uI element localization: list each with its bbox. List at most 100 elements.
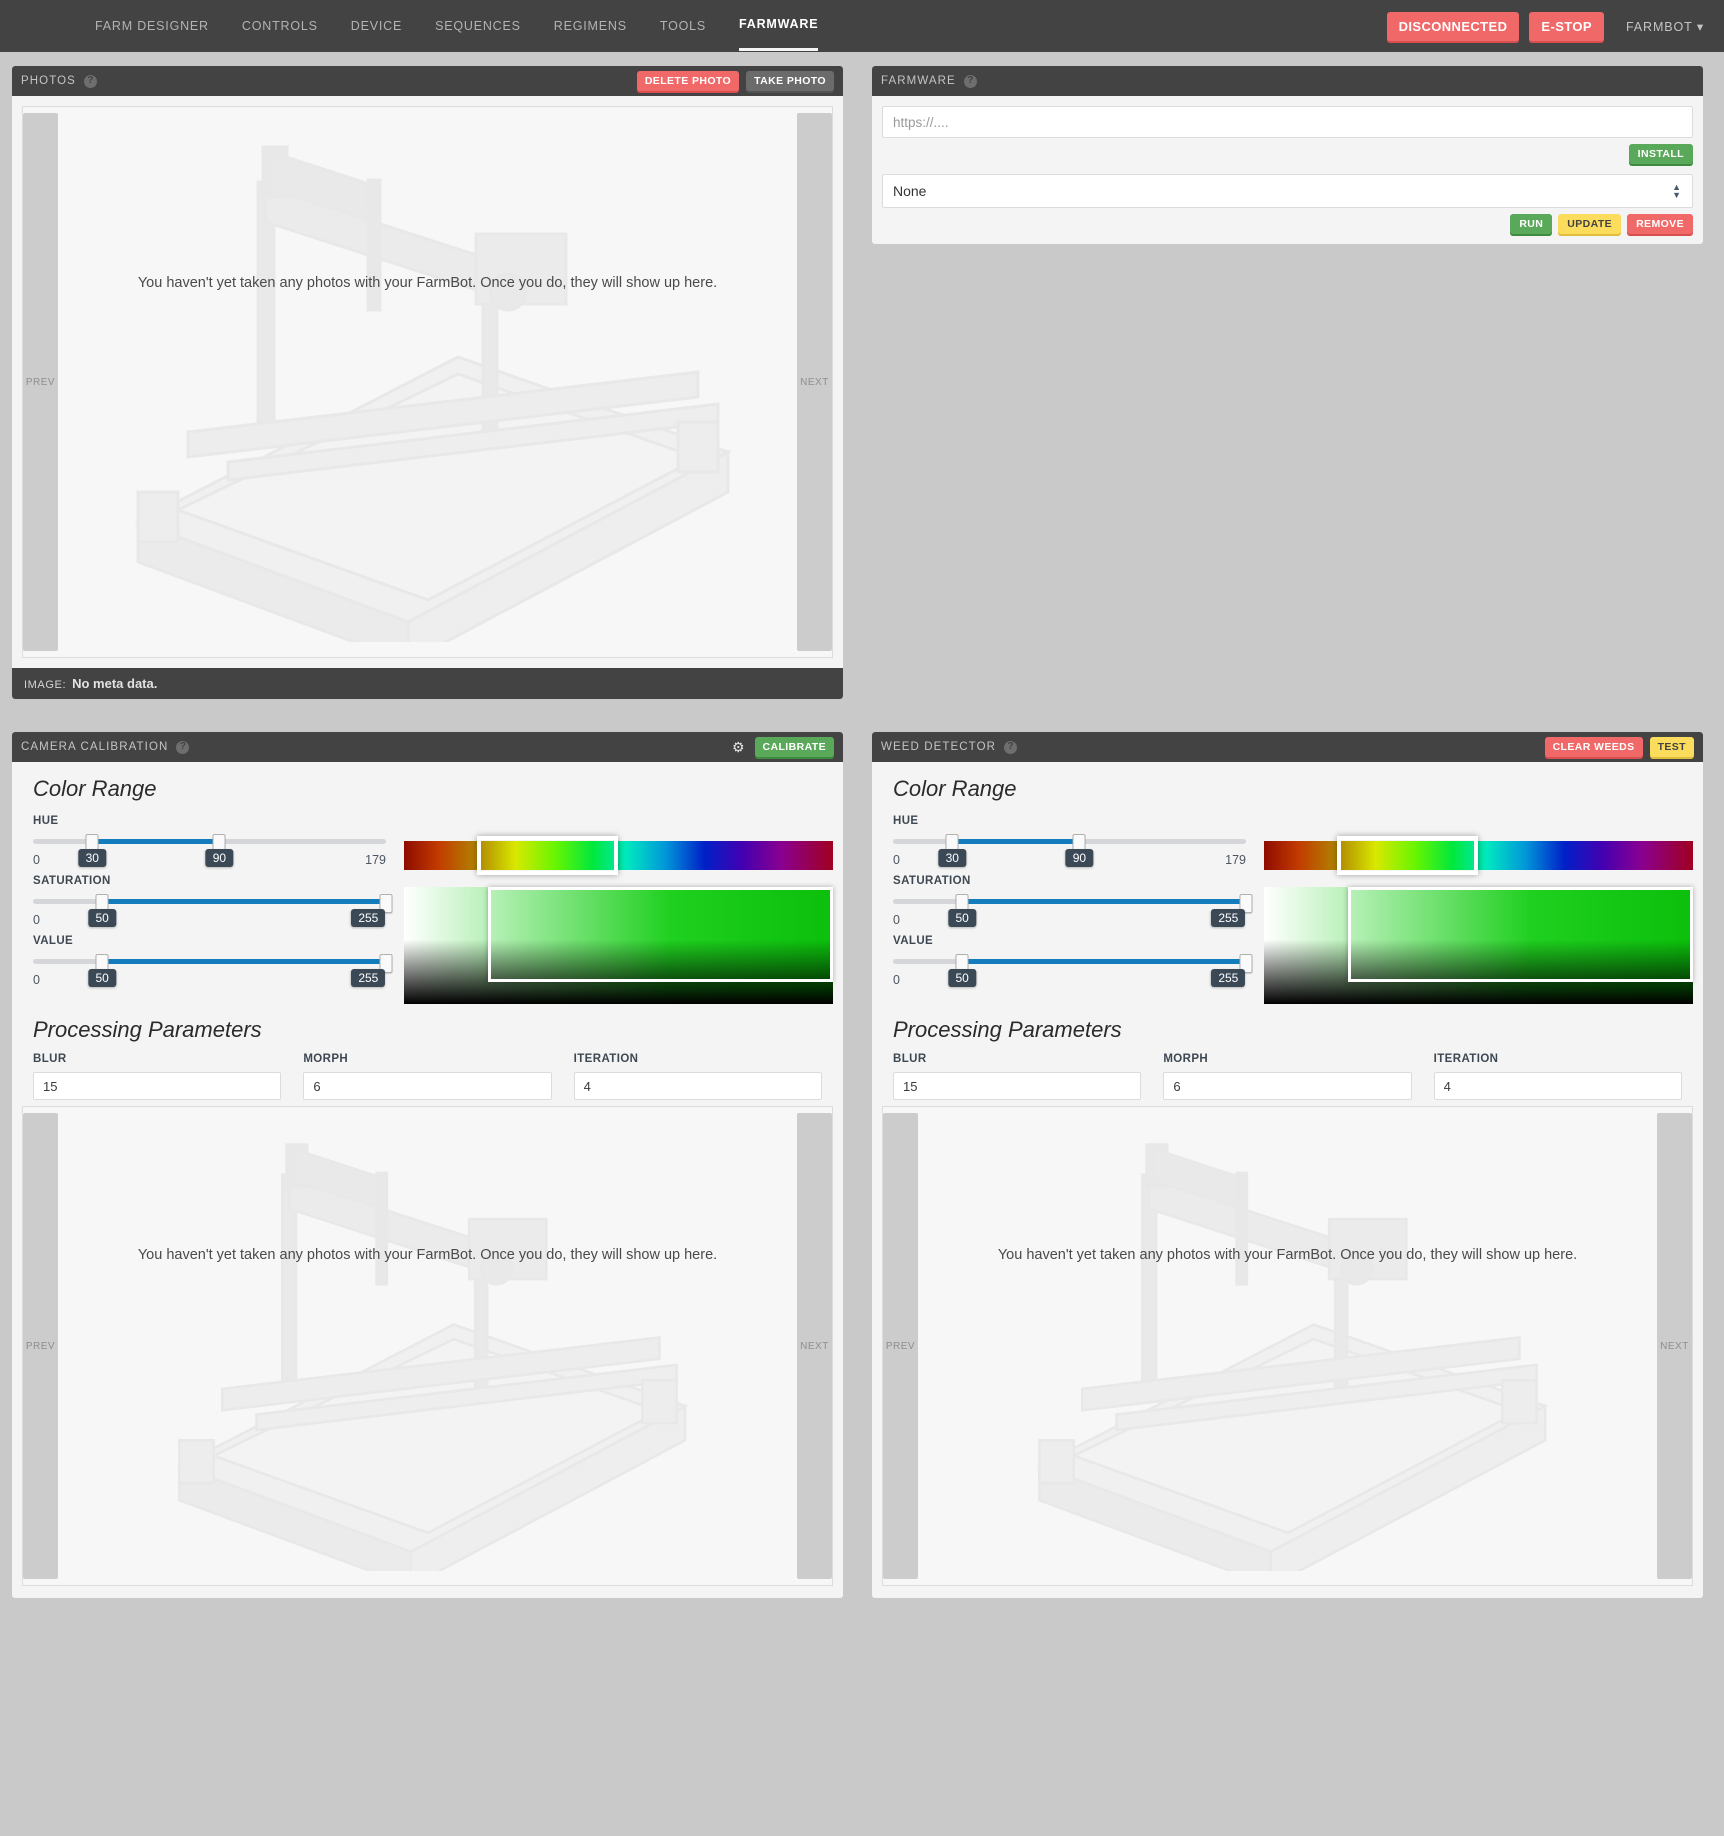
cc-photo-prev-button[interactable]: PREV bbox=[23, 1113, 58, 1579]
cc-saturation-value-box[interactable] bbox=[404, 887, 833, 1004]
farmware-select[interactable]: None ▲ ▼ bbox=[882, 174, 1693, 208]
cc-blur-field: BLUR bbox=[33, 1053, 282, 1100]
slider-fill bbox=[952, 839, 1080, 844]
cc-hue-track[interactable] bbox=[33, 834, 386, 853]
wd-iteration-input[interactable] bbox=[1433, 1072, 1682, 1100]
wd-val-label: VALUE bbox=[893, 935, 934, 947]
cc-sat-track[interactable] bbox=[33, 894, 393, 913]
wd-sliders: HUE 0 30 90 179 SATURATION 0 50 255 VALU… bbox=[882, 815, 1253, 1004]
help-icon[interactable]: ? bbox=[963, 74, 977, 88]
account-menu[interactable]: FARMBOT ▾ bbox=[1626, 19, 1704, 34]
weed-detector-widget: WEED DETECTOR ? CLEAR WEEDS TEST Color R… bbox=[872, 732, 1703, 1598]
farmware-widget: FARMWARE ? INSTALL None ▲▼ RUN UPDATE bbox=[872, 66, 1703, 244]
nav-links: FARM DESIGNER CONTROLS DEVICE SEQUENCES … bbox=[95, 1, 819, 51]
wd-saturation-value-box[interactable] bbox=[1264, 887, 1693, 1004]
farmware-actions-row: RUN UPDATE REMOVE bbox=[882, 214, 1693, 234]
run-button[interactable]: RUN bbox=[1510, 214, 1553, 234]
camera-calibration-header: CAMERA CALIBRATION ? ⚙ CALIBRATE bbox=[12, 732, 843, 762]
cc-hue-selection bbox=[476, 836, 619, 875]
nav-link-controls[interactable]: CONTROLS bbox=[242, 3, 318, 50]
wd-blur-label: BLUR bbox=[893, 1053, 927, 1065]
cc-morph-input[interactable] bbox=[303, 1072, 552, 1100]
photo-prev-label: PREV bbox=[25, 376, 56, 388]
cc-morph-label: MORPH bbox=[303, 1053, 349, 1065]
wd-blur-input[interactable] bbox=[893, 1072, 1142, 1100]
wd-val-track[interactable] bbox=[893, 954, 1253, 973]
cc-iteration-input[interactable] bbox=[573, 1072, 822, 1100]
install-row: INSTALL bbox=[882, 144, 1693, 164]
photo-prev-button[interactable]: PREV bbox=[23, 113, 58, 651]
install-button[interactable]: INSTALL bbox=[1628, 144, 1693, 164]
cc-sat-label: SATURATION bbox=[33, 875, 111, 887]
help-icon[interactable]: ? bbox=[1004, 740, 1018, 754]
cc-slider-saturation: SATURATION 0 50 255 bbox=[33, 875, 393, 935]
slider-fill bbox=[102, 899, 386, 904]
weed-detector-column: WEED DETECTOR ? CLEAR WEEDS TEST Color R… bbox=[872, 732, 1703, 1598]
delete-photo-button[interactable]: DELETE PHOTO bbox=[636, 71, 740, 91]
cc-photo-next-button[interactable]: NEXT bbox=[797, 1113, 832, 1579]
update-button[interactable]: UPDATE bbox=[1558, 214, 1622, 234]
wd-sat-high-value: 255 bbox=[1211, 909, 1246, 927]
clear-weeds-button[interactable]: CLEAR WEEDS bbox=[1544, 737, 1643, 757]
photos-widget: PHOTOS ? DELETE PHOTO TAKE PHOTO PREV Yo… bbox=[12, 66, 843, 699]
cc-hue-scale: 0 30 90 179 bbox=[33, 849, 386, 875]
farmbot-illustration bbox=[133, 145, 732, 642]
wd-sat-track[interactable] bbox=[893, 894, 1253, 913]
wd-hue-spectrum[interactable] bbox=[1264, 836, 1693, 875]
nav-link-regimens[interactable]: REGIMENS bbox=[554, 3, 627, 50]
photos-column: PHOTOS ? DELETE PHOTO TAKE PHOTO PREV Yo… bbox=[12, 66, 843, 699]
take-photo-button[interactable]: TAKE PHOTO bbox=[746, 71, 834, 91]
wd-morph-input[interactable] bbox=[1163, 1072, 1412, 1100]
cc-val-high-value: 255 bbox=[351, 969, 386, 987]
wd-slider-hue: HUE 0 30 90 179 bbox=[893, 815, 1246, 875]
wd-val-scale: 0 50 255 bbox=[893, 969, 1246, 995]
help-icon[interactable]: ? bbox=[176, 740, 190, 754]
wd-photo-prev-button[interactable]: PREV bbox=[883, 1113, 918, 1579]
wd-hue-track[interactable] bbox=[893, 834, 1246, 853]
wd-hue-label: HUE bbox=[893, 815, 919, 827]
calibrate-button[interactable]: CALIBRATE bbox=[754, 737, 834, 757]
nav-right-group: DISCONNECTED E-STOP FARMBOT ▾ bbox=[1386, 11, 1710, 41]
gear-icon[interactable]: ⚙ bbox=[732, 740, 745, 754]
wd-sat-min: 0 bbox=[893, 913, 900, 927]
nav-link-tools[interactable]: TOOLS bbox=[660, 3, 706, 50]
photos-widget-body: PREV You haven't yet taken any photos wi… bbox=[12, 96, 843, 668]
cc-hue-spectrum[interactable] bbox=[404, 836, 833, 875]
photo-display-area: You haven't yet taken any photos with yo… bbox=[58, 107, 797, 657]
photos-widget-header: PHOTOS ? DELETE PHOTO TAKE PHOTO bbox=[12, 66, 843, 96]
nav-link-sequences[interactable]: SEQUENCES bbox=[435, 3, 521, 50]
photo-next-button[interactable]: NEXT bbox=[797, 113, 832, 651]
weed-detector-header: WEED DETECTOR ? CLEAR WEEDS TEST bbox=[872, 732, 1703, 762]
wd-hue-min: 0 bbox=[893, 853, 900, 867]
test-button[interactable]: TEST bbox=[1649, 737, 1694, 757]
help-icon[interactable]: ? bbox=[83, 74, 97, 88]
connection-status-badge[interactable]: DISCONNECTED bbox=[1386, 11, 1520, 41]
nav-link-farmware[interactable]: FARMWARE bbox=[739, 1, 819, 51]
cc-placeholder-text: You haven't yet taken any photos with yo… bbox=[137, 1247, 718, 1263]
nav-link-device[interactable]: DEVICE bbox=[351, 3, 402, 50]
cc-val-label: VALUE bbox=[33, 935, 74, 947]
wd-hue-scale: 0 30 90 179 bbox=[893, 849, 1246, 875]
cc-sliders: HUE 0 30 90 179 SATURATION 0 50 255 VALU… bbox=[22, 815, 393, 1004]
cc-blur-input[interactable] bbox=[33, 1072, 282, 1100]
cc-photo-display-area: You haven't yet taken any photos with yo… bbox=[58, 1107, 797, 1585]
wd-photo-viewer: PREV You haven't yet taken any photos wi… bbox=[882, 1106, 1693, 1586]
farmware-widget-body: INSTALL None ▲▼ RUN UPDATE REMOVE bbox=[872, 96, 1703, 244]
wd-val-min: 0 bbox=[893, 973, 900, 987]
wd-sat-label: SATURATION bbox=[893, 875, 971, 887]
bottom-row: CAMERA CALIBRATION ? ⚙ CALIBRATE Color R… bbox=[12, 732, 1712, 1598]
farmbot-illustration bbox=[175, 1143, 688, 1571]
top-row: PHOTOS ? DELETE PHOTO TAKE PHOTO PREV Yo… bbox=[12, 66, 1712, 699]
farmware-title: FARMWARE bbox=[881, 75, 956, 87]
wd-slider-value: VALUE 0 50 255 bbox=[893, 935, 1253, 995]
cc-iteration-field: ITERATION bbox=[573, 1053, 822, 1100]
cc-photo-prev-label: PREV bbox=[25, 1340, 56, 1352]
weed-detector-title: WEED DETECTOR bbox=[881, 741, 997, 753]
remove-button[interactable]: REMOVE bbox=[1627, 214, 1693, 234]
e-stop-button[interactable]: E-STOP bbox=[1529, 11, 1604, 41]
wd-photo-next-button[interactable]: NEXT bbox=[1657, 1113, 1692, 1579]
wd-morph-field: MORPH bbox=[1163, 1053, 1412, 1100]
nav-link-farm-designer[interactable]: FARM DESIGNER bbox=[95, 3, 209, 50]
farmware-url-input[interactable] bbox=[882, 106, 1693, 138]
cc-val-track[interactable] bbox=[33, 954, 393, 973]
